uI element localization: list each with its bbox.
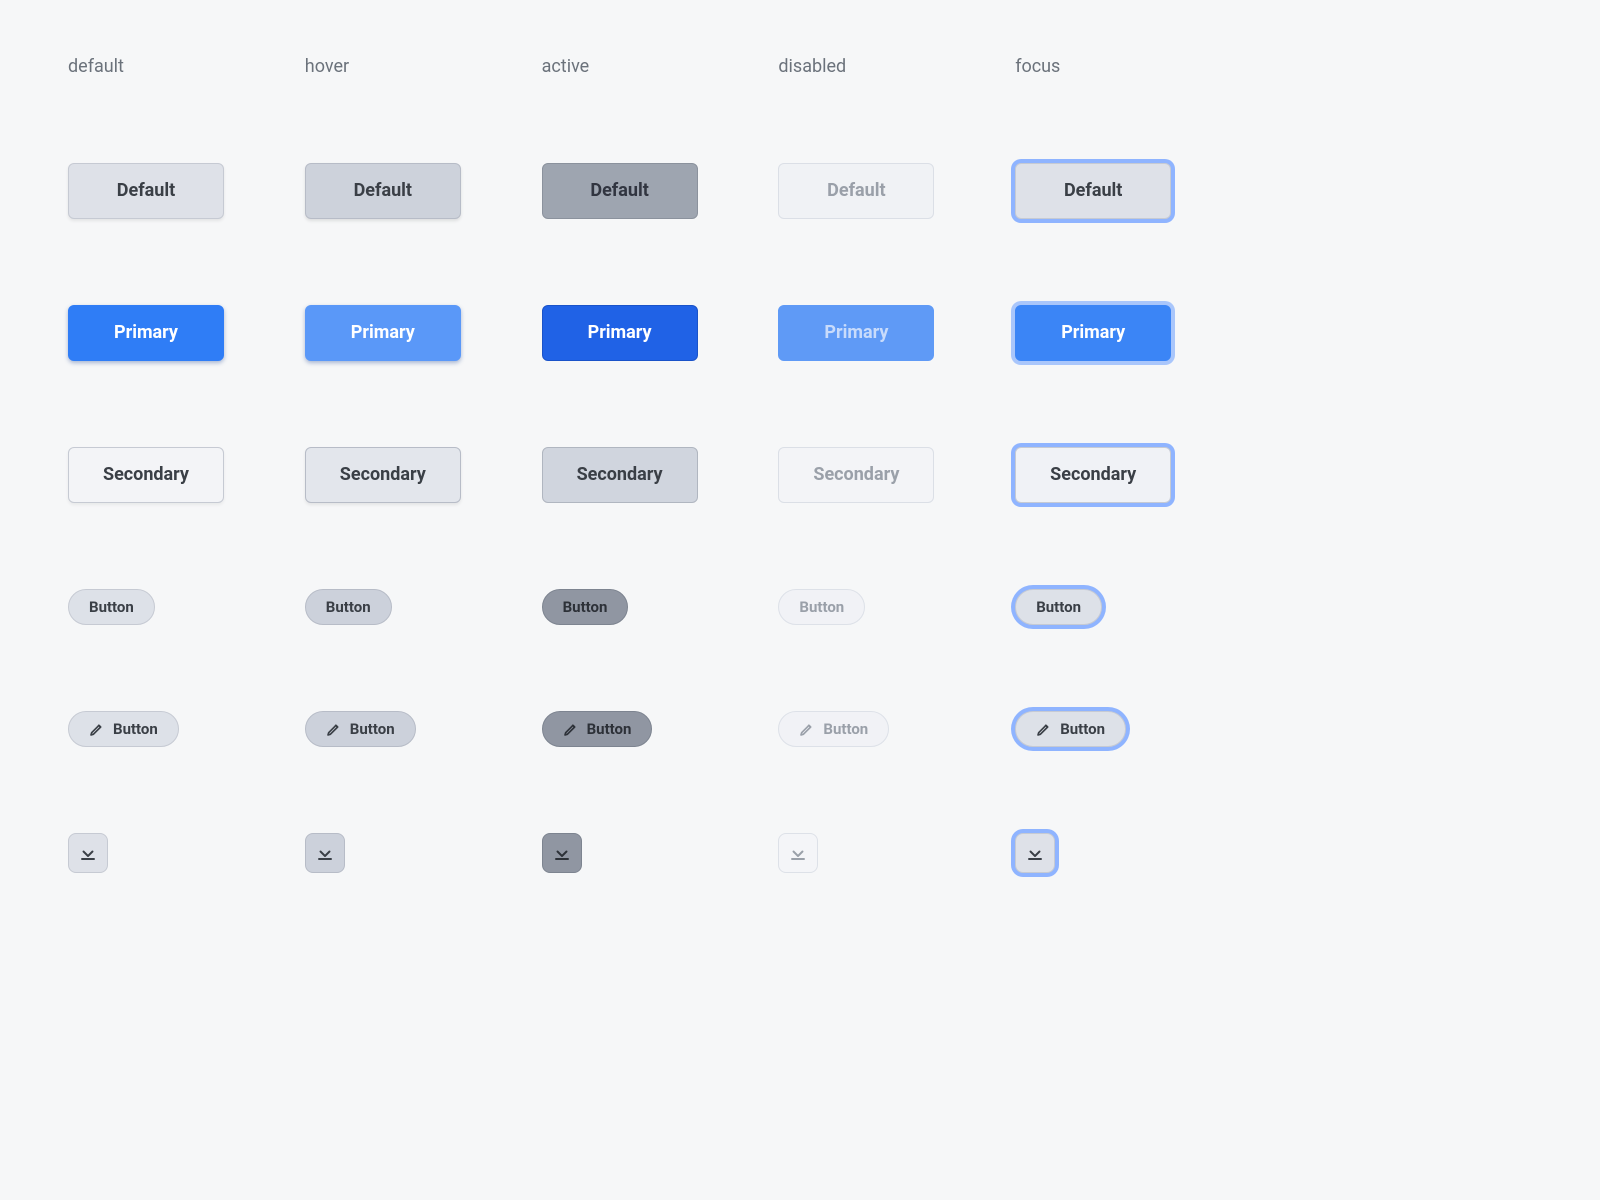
icon-button-default[interactable] <box>68 833 108 873</box>
pill-button-default[interactable]: Button <box>68 589 155 625</box>
pill-icon-button-label: Button <box>350 722 395 737</box>
column-header-active: active <box>542 56 739 77</box>
pill-button-active[interactable]: Button <box>542 589 629 625</box>
pill-icon-button-active[interactable]: Button <box>542 711 653 747</box>
column-header-hover: hover <box>305 56 502 77</box>
download-to-line-icon <box>553 844 571 862</box>
pill-button-focus[interactable]: Button <box>1015 589 1102 625</box>
button-states-grid: default hover active disabled focus Defa… <box>68 56 1212 873</box>
secondary-button-hover[interactable]: Secondary <box>305 447 461 503</box>
column-header-disabled: disabled <box>778 56 975 77</box>
pill-button-disabled: Button <box>778 589 865 625</box>
pill-icon-button-focus[interactable]: Button <box>1015 711 1126 747</box>
download-to-line-icon <box>79 844 97 862</box>
icon-button-focus[interactable] <box>1015 833 1055 873</box>
pill-icon-button-label: Button <box>113 722 158 737</box>
secondary-button-default[interactable]: Secondary <box>68 447 224 503</box>
primary-button-default[interactable]: Primary <box>68 305 224 361</box>
icon-button-hover[interactable] <box>305 833 345 873</box>
download-to-line-icon <box>1026 844 1044 862</box>
pencil-icon <box>326 721 342 737</box>
pencil-icon <box>799 721 815 737</box>
secondary-button-disabled: Secondary <box>778 447 934 503</box>
icon-button-disabled <box>778 833 818 873</box>
icon-button-active[interactable] <box>542 833 582 873</box>
pencil-icon <box>1036 721 1052 737</box>
pill-icon-button-disabled: Button <box>778 711 889 747</box>
pill-icon-button-label: Button <box>823 722 868 737</box>
pill-icon-button-hover[interactable]: Button <box>305 711 416 747</box>
primary-button-hover[interactable]: Primary <box>305 305 461 361</box>
column-header-focus: focus <box>1015 56 1212 77</box>
pill-icon-button-label: Button <box>587 722 632 737</box>
default-button-hover[interactable]: Default <box>305 163 461 219</box>
pill-icon-button-default[interactable]: Button <box>68 711 179 747</box>
primary-button-active[interactable]: Primary <box>542 305 698 361</box>
default-button-disabled: Default <box>778 163 934 219</box>
default-button-active[interactable]: Default <box>542 163 698 219</box>
secondary-button-focus[interactable]: Secondary <box>1015 447 1171 503</box>
secondary-button-active[interactable]: Secondary <box>542 447 698 503</box>
download-to-line-icon <box>316 844 334 862</box>
pill-icon-button-label: Button <box>1060 722 1105 737</box>
column-header-default: default <box>68 56 265 77</box>
default-button-default[interactable]: Default <box>68 163 224 219</box>
primary-button-focus[interactable]: Primary <box>1015 305 1171 361</box>
pencil-icon <box>563 721 579 737</box>
default-button-focus[interactable]: Default <box>1015 163 1171 219</box>
download-to-line-icon <box>789 844 807 862</box>
pill-button-hover[interactable]: Button <box>305 589 392 625</box>
pencil-icon <box>89 721 105 737</box>
primary-button-disabled: Primary <box>778 305 934 361</box>
